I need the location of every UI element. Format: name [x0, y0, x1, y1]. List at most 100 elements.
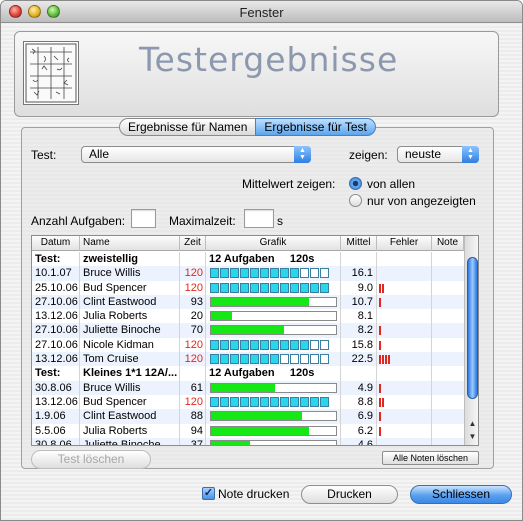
error-mark: [382, 397, 384, 407]
task-segment: [310, 396, 319, 407]
table-row[interactable]: 10.1.07 Bruce Willis 120 16.1: [32, 266, 464, 281]
task-segment: [270, 268, 279, 279]
table-row[interactable]: 27.10.06 Juliette Binoche 70 8.2: [32, 323, 464, 338]
column-divider: [431, 366, 432, 381]
task-count-field[interactable]: [131, 209, 156, 228]
table-row[interactable]: 27.10.06 Nicole Kidman 120 15.8: [32, 337, 464, 353]
column-header-graphic[interactable]: Grafik: [206, 236, 341, 251]
scroll-up-icon[interactable]: ▲: [465, 418, 478, 430]
close-button[interactable]: Schliessen: [410, 485, 512, 504]
column-divider: [376, 380, 377, 395]
name-cell: Tom Cruise: [83, 353, 139, 366]
task-segment: [280, 396, 289, 407]
column-divider: [340, 252, 341, 267]
print-grade-label[interactable]: Note drucken: [218, 487, 289, 501]
column-divider: [79, 437, 80, 445]
column-divider: [205, 423, 206, 438]
table-row[interactable]: 25.10.06 Bud Spencer 120 9.0: [32, 280, 464, 295]
column-header-errors[interactable]: Fehler: [377, 236, 432, 251]
task-segment: [220, 354, 229, 365]
column-divider: [431, 294, 432, 310]
task-segment: [240, 339, 249, 350]
column-header-mean[interactable]: Mittel: [341, 236, 377, 251]
column-divider: [431, 423, 432, 438]
print-button[interactable]: Drucken: [301, 485, 398, 504]
table-row[interactable]: 27.10.06 Clint Eastwood 93 10.7: [32, 294, 464, 310]
group-label: Test:: [35, 367, 61, 380]
column-divider: [431, 323, 432, 338]
column-divider: [431, 252, 432, 267]
table-row[interactable]: 30.8.06 Juliette Binoche 37 4.6: [32, 437, 464, 445]
table-row[interactable]: 13.12.06 Tom Cruise 120 22.5: [32, 352, 464, 367]
mean-cell: 8.8: [357, 395, 373, 408]
title-bar[interactable]: Fenster: [1, 1, 522, 23]
max-time-field[interactable]: [244, 209, 274, 228]
table-row[interactable]: 1.9.06 Clint Eastwood 88 6.9: [32, 409, 464, 424]
task-segment: [250, 354, 259, 365]
delete-test-button[interactable]: Test löschen: [31, 450, 151, 469]
column-header-date[interactable]: Datum: [32, 236, 80, 251]
progress-fill: [211, 412, 303, 421]
mean-cell: 8.2: [357, 324, 373, 337]
mean-all-radio[interactable]: [349, 177, 362, 190]
table-group-row[interactable]: Test: Kleines 1*1 12A/... 12 Aufgaben 120s: [32, 366, 464, 381]
task-segment: [280, 354, 289, 365]
error-mark: [379, 426, 381, 436]
column-divider: [205, 352, 206, 367]
column-divider: [79, 380, 80, 395]
column-divider: [79, 394, 80, 410]
column-divider: [79, 337, 80, 353]
task-segment: [240, 354, 249, 365]
column-divider: [376, 394, 377, 410]
time-cell: 120: [184, 281, 203, 294]
table-row[interactable]: 5.5.06 Julia Roberts 94 6.2: [32, 423, 464, 438]
scroll-down-icon[interactable]: ▼: [465, 431, 478, 443]
show-select-value: neuste: [405, 147, 442, 161]
column-divider: [376, 266, 377, 281]
time-cell: 88: [190, 410, 203, 423]
mean-all-label[interactable]: von allen: [367, 177, 415, 191]
table-row[interactable]: 13.12.06 Julia Roberts 20 8.1: [32, 309, 464, 324]
task-segment: [240, 396, 249, 407]
column-divider: [376, 352, 377, 367]
delete-all-grades-button[interactable]: Alle Noten löschen: [382, 451, 479, 465]
mean-shown-radio[interactable]: [349, 194, 362, 207]
column-header-time[interactable]: Zeit: [180, 236, 206, 251]
time-progress-bar: [210, 296, 337, 307]
column-header-grade[interactable]: Note: [432, 236, 464, 251]
time-cell: 120: [184, 267, 203, 280]
mean-label: Mittelwert zeigen:: [242, 177, 336, 191]
show-select[interactable]: neuste ▲ ▼: [397, 146, 479, 163]
column-divider: [79, 266, 80, 281]
task-segments: [210, 339, 329, 350]
table-group-row[interactable]: Test: zweistellig 12 Aufgaben 120s: [32, 252, 464, 267]
task-segment: [270, 339, 279, 350]
error-mark: [379, 397, 381, 407]
task-segment: [260, 396, 269, 407]
task-segment: [320, 354, 329, 365]
error-mark: [379, 340, 381, 350]
column-header-name[interactable]: Name: [80, 236, 180, 251]
table-row[interactable]: 13.12.06 Bud Spencer 120 8.8: [32, 394, 464, 410]
print-grade-checkbox[interactable]: ✓: [202, 487, 215, 500]
tab-results-by-name[interactable]: Ergebnisse für Namen: [119, 118, 256, 136]
table-body: Test: zweistellig 12 Aufgaben 120s 10.1.07 B…: [32, 252, 464, 445]
scrollbar-thumb[interactable]: [467, 257, 478, 399]
error-marks: [379, 412, 381, 422]
table-row[interactable]: 30.8.06 Bruce Willis 61 4.9: [32, 380, 464, 395]
test-select[interactable]: Alle ▲ ▼: [81, 146, 311, 163]
task-segment: [270, 396, 279, 407]
error-mark: [382, 283, 384, 293]
window-title: Fenster: [239, 5, 284, 20]
error-marks: [379, 397, 384, 407]
column-divider: [205, 294, 206, 310]
mean-cell: 22.5: [351, 353, 373, 366]
tab-results-by-test[interactable]: Ergebnisse für Test: [255, 118, 376, 136]
mean-shown-label[interactable]: nur von angezeigten: [367, 194, 476, 208]
mean-cell: 10.7: [351, 295, 373, 308]
vertical-scrollbar[interactable]: ▲ ▼: [464, 236, 478, 445]
column-divider: [79, 294, 80, 310]
name-cell: Nicole Kidman: [83, 338, 154, 351]
task-segment: [280, 282, 289, 293]
results-table: Datum Name Zeit Grafik Mittel Fehler Not…: [31, 235, 479, 446]
